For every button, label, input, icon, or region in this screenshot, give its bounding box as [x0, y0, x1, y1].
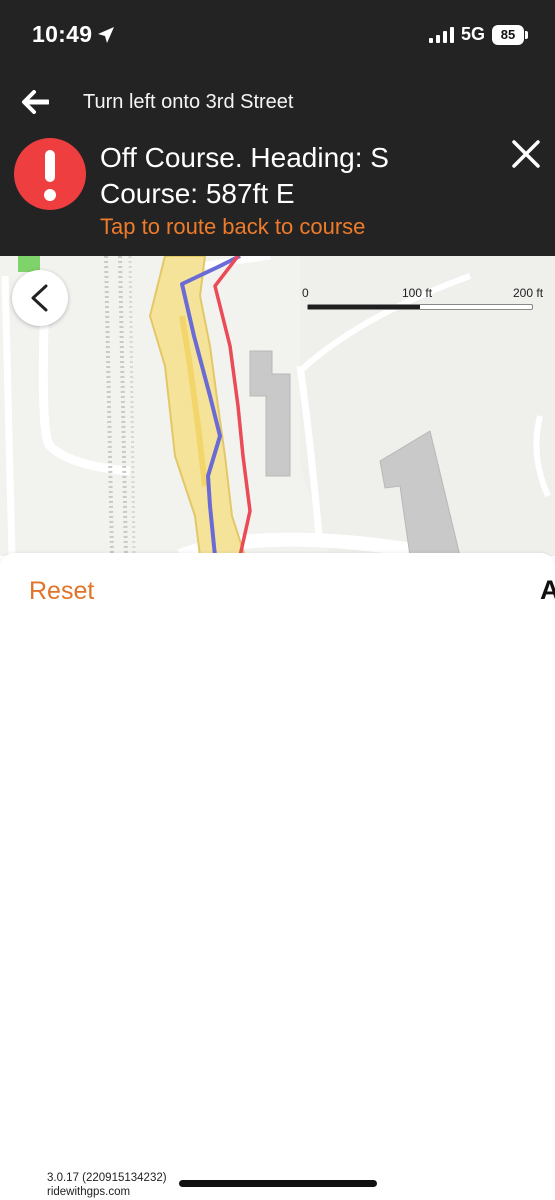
turn-instruction: Turn left onto 3rd Street: [83, 91, 294, 113]
alert-subtitle: Course: 587ft E: [100, 178, 295, 209]
map-scale-bar: 0 100 ft 200 ft: [302, 286, 552, 316]
bottom-sheet: Reset A: [0, 553, 555, 1200]
map-view[interactable]: 0 100 ft 200 ft: [0, 256, 555, 556]
battery-level: 85: [492, 25, 524, 45]
battery-icon: 85: [492, 25, 528, 45]
chevron-left-icon: [31, 284, 48, 312]
status-time: 10:49: [32, 21, 93, 47]
signal-bars-icon: [429, 27, 454, 43]
map-back-button[interactable]: [12, 270, 68, 326]
network-label: 5G: [461, 24, 486, 44]
turn-instruction-row[interactable]: Turn left onto 3rd Street: [0, 80, 555, 124]
scale-line-fill: [308, 305, 420, 309]
sheet-edge-text: A: [540, 575, 555, 605]
scale-line: [307, 304, 533, 310]
route-back-link[interactable]: Tap to route back to course: [100, 214, 365, 240]
close-icon[interactable]: [510, 138, 542, 170]
alert-title: Off Course. Heading: S: [100, 142, 389, 173]
scale-label-zero: 0: [302, 286, 309, 300]
app-domain: ridewithgps.com: [47, 1186, 131, 1198]
app-version: 3.0.17 (220915134232): [47, 1172, 167, 1184]
off-course-alert[interactable]: Off Course. Heading: S Course: 587ft E T…: [0, 132, 555, 252]
location-arrow-icon: [98, 27, 114, 43]
home-indicator[interactable]: [179, 1180, 377, 1187]
back-arrow-icon[interactable]: [21, 90, 49, 114]
exclamation-icon: [14, 138, 86, 210]
reset-button[interactable]: Reset: [29, 577, 94, 606]
scale-label-mid: 100 ft: [402, 286, 433, 300]
battery-cap: [525, 31, 528, 39]
scale-label-max: 200 ft: [513, 286, 544, 300]
status-bar: 10:49 5G 85: [0, 0, 555, 70]
